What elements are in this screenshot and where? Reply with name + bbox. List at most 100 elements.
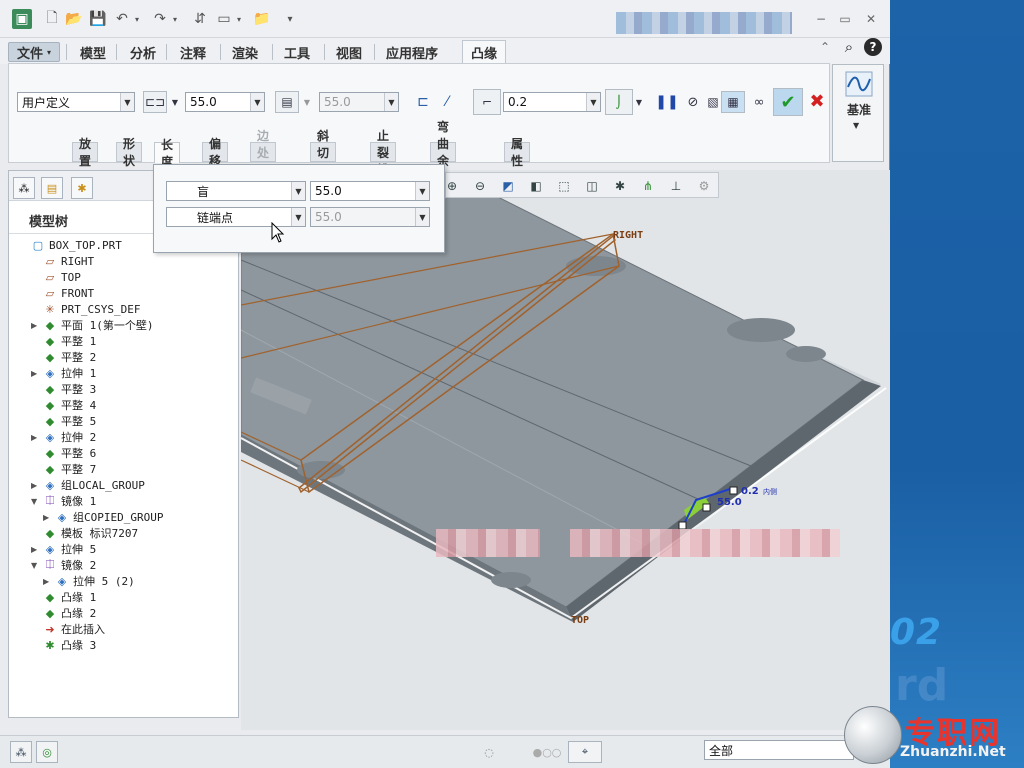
tree-item[interactable]: ◆ 凸缘 2 [31,605,96,621]
tab-render[interactable]: 渲染 [224,42,266,62]
length-input[interactable]: 55.0 ▼ [185,92,265,112]
refit-icon[interactable]: ◩ [498,176,518,196]
folder-browser-tab-icon[interactable]: ▤ [41,177,63,199]
tree-item[interactable]: ▼ ⎅ 镜像 1 [31,493,96,509]
tree-item[interactable]: ▶ ◈ 拉伸 5 (2) [43,573,135,589]
subtab-offset[interactable]: 偏移 [202,137,229,168]
tree-item[interactable]: ▶ ◈ 拉伸 2 [31,429,96,445]
view-manager-icon[interactable]: ◫ [582,176,602,196]
tree-item[interactable]: ✳ PRT_CSYS_DEF [31,301,140,317]
tab-applications[interactable]: 应用程序 [378,42,446,62]
redo-icon[interactable]: ↷ [150,9,170,29]
redo-dropdown-icon[interactable]: ▾ [170,9,180,29]
drag-handle[interactable] [702,503,711,512]
collapse-icon[interactable]: ▼ [31,561,43,570]
profile-icon[interactable]: ⊏ [411,91,435,113]
tree-item[interactable]: ▶ ◈ 组LOCAL_GROUP [31,477,145,493]
tree-item[interactable]: ▼ ⎅ 镜像 2 [31,557,96,573]
cancel-icon[interactable]: ✖ [805,90,829,112]
offset-input[interactable]: 55.0 ▼ [319,92,399,112]
graphics-area[interactable]: RIGHT TOP 0.2 内侧 55.0 [241,170,890,730]
help-icon[interactable]: ? [864,38,882,56]
tree-item[interactable]: ◆ 凸缘 1 [31,589,96,605]
regenerate-icon[interactable]: ⇵ [190,9,210,29]
find-icon[interactable]: ⌖ [568,741,602,763]
tree-item[interactable]: ◆ 平整 4 [31,397,96,413]
save-icon[interactable]: 💾 [88,9,108,29]
tree-item[interactable]: ▶ ◈ 拉伸 5 [31,541,96,557]
undo-dropdown-icon[interactable]: ▾ [132,9,142,29]
tab-tools[interactable]: 工具 [276,42,318,62]
favorites-tab-icon[interactable]: ✱ [71,177,93,199]
model-tree-tab-icon[interactable]: ⁂ [13,177,35,199]
tree-item[interactable]: ◆ 平整 2 [31,349,96,365]
new-icon[interactable]: 🗋 [42,9,62,29]
expand-icon[interactable]: ▶ [31,545,43,554]
window-dropdown-icon[interactable]: ▾ [234,9,244,29]
subtab-shape[interactable]: 形状 [116,137,143,168]
app-icon[interactable]: ▣ [12,9,32,29]
maximize-icon[interactable]: ▭ [836,10,854,28]
bend-radius-icon[interactable]: ⌐ [473,89,501,115]
datum-display-icon[interactable]: ⋔ [638,176,658,196]
subtab-properties[interactable]: 属性 [504,137,531,168]
subtab-relief[interactable]: 止裂槽 [370,129,397,177]
subtab-edge-treatment[interactable]: 边处理 [250,129,277,177]
toggle-browser-icon[interactable]: ◎ [36,741,58,763]
flip-icon[interactable]: ⁄ [435,91,459,113]
minimize-icon[interactable]: − [812,10,830,28]
dimension-length[interactable]: 55.0 [717,497,742,508]
open-icon[interactable]: 📂 [64,9,84,29]
tree-item[interactable]: ▶ ◈ 拉伸 1 [31,365,96,381]
customize-quick-access-icon[interactable]: ▾ [280,9,300,29]
tree-item[interactable]: ◆ 平整 3 [31,381,96,397]
tree-item[interactable]: ◆ 平整 6 [31,445,96,461]
tab-model[interactable]: 模型 [72,42,114,62]
folder-icon[interactable]: 📁 [252,9,272,29]
tab-flange[interactable]: 凸缘 [462,40,507,64]
selection-filter[interactable]: 全部 [704,740,854,760]
tree-item[interactable]: ✱ 凸缘 3 [31,637,96,653]
tab-annotate[interactable]: 注释 [172,42,214,62]
expand-icon[interactable]: ▶ [43,513,55,522]
toggle-navigator-icon[interactable]: ⁂ [10,741,32,763]
tab-analysis[interactable]: 分析 [122,42,164,62]
settings-icon[interactable]: ⚙ [694,176,714,196]
expand-icon[interactable]: ▶ [31,369,43,378]
tree-item[interactable]: ◆ 平整 1 [31,333,96,349]
subtab-placement[interactable]: 放置 [72,137,99,168]
expand-icon[interactable]: ▶ [31,321,43,330]
dimension-radius[interactable]: 0.2 [741,486,759,497]
length-type-select-2[interactable]: 链端点 ▼ [166,207,306,227]
spin-center-icon[interactable]: ✱ [610,176,630,196]
length-type-select-1[interactable]: 盲 ▼ [166,181,306,201]
offset-type-icon[interactable]: ▤ [275,91,299,113]
tree-item[interactable]: ▶ ◈ 组COPIED_GROUP [43,509,163,525]
subtab-miter-cut[interactable]: 斜切口 [310,129,337,177]
glasses-icon[interactable]: ∞ [747,91,771,113]
tree-item[interactable]: ◆ 平整 5 [31,413,96,429]
search-icon[interactable]: ⌕ [840,38,858,56]
zoom-out-icon[interactable]: ⊖ [470,176,490,196]
accept-icon[interactable]: ✔ [773,88,803,116]
window-icon[interactable]: ▭ [214,9,234,29]
drag-handle[interactable] [729,486,738,495]
zoom-in-icon[interactable]: ⊕ [442,176,462,196]
length-value-input-1[interactable]: 55.0 ▼ [310,181,430,201]
collapse-ribbon-icon[interactable]: ⌃ [816,38,834,56]
tree-item[interactable]: ◆ 模板 标识7207 [31,525,138,541]
close-icon[interactable]: ✕ [862,10,880,28]
shape-select[interactable]: 用户定义 ▼ [17,92,135,112]
display-style-icon[interactable]: ◧ [526,176,546,196]
offset-type-dropdown-icon[interactable]: ▼ [301,91,313,113]
expand-icon[interactable]: ▶ [43,577,55,586]
tree-item[interactable]: ▱ RIGHT [31,253,94,269]
drag-handle[interactable] [678,521,687,530]
expand-icon[interactable]: ▶ [31,433,43,442]
saved-views-icon[interactable]: ⬚ [554,176,574,196]
tree-item[interactable]: ▱ FRONT [31,285,94,301]
length-type-icon[interactable]: ⊏⊐ [143,91,167,113]
length-type-dropdown-icon[interactable]: ▼ [169,91,181,113]
annotation-display-icon[interactable]: ⊥ [666,176,686,196]
file-menu[interactable]: 文件 ▾ [8,42,61,62]
